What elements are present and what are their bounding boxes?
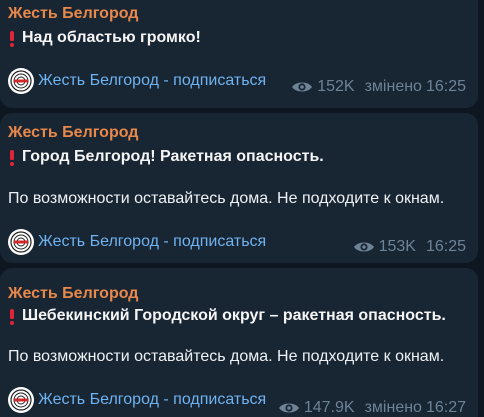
view-count: 152K xyxy=(317,78,355,95)
message-time: 16:27 xyxy=(425,399,466,416)
message-author[interactable]: Жесть Белгород xyxy=(8,124,138,142)
subscribe-link-text[interactable]: Жесть Белгород - подписаться xyxy=(38,72,266,90)
edited-label: змінено xyxy=(364,399,422,416)
headline-text: Город Белгород! Ракетная опасность. xyxy=(22,148,324,165)
message-headline: Город Белгород! Ракетная опасность. xyxy=(10,148,324,166)
message-author[interactable]: Жесть Белгород xyxy=(8,285,138,303)
message-body: По возможности оставайтесь дома. Не подх… xyxy=(8,190,445,207)
channel-logo-icon xyxy=(8,229,34,255)
message-bubble[interactable]: Жесть Белгород Над областью громко! Жест… xyxy=(0,0,478,108)
subscribe-link[interactable]: Жесть Белгород - подписаться xyxy=(8,68,266,94)
subscribe-link-text[interactable]: Жесть Белгород - подписаться xyxy=(38,233,266,251)
message-bubble[interactable]: Жесть Белгород Город Белгород! Ракетная … xyxy=(0,113,478,263)
message-headline: Шебекинский Городской округ – ракетная о… xyxy=(10,307,446,325)
message-headline: Над областью громко! xyxy=(10,29,201,47)
message-meta: 152K змінено 16:25 xyxy=(291,78,466,96)
channel-logo-icon xyxy=(8,68,34,94)
subscribe-link-text[interactable]: Жесть Белгород - подписаться xyxy=(38,391,266,409)
edited-label: змінено xyxy=(364,78,422,95)
channel-logo-icon xyxy=(8,387,34,413)
message-body: По возможности оставайтесь дома. Не подх… xyxy=(8,348,445,365)
message-time: 16:25 xyxy=(425,238,466,255)
exclamation-icon xyxy=(10,308,14,325)
subscribe-link[interactable]: Жесть Белгород - подписаться xyxy=(8,229,266,255)
view-count: 153K xyxy=(378,238,416,255)
exclamation-icon xyxy=(10,30,14,47)
headline-text: Шебекинский Городской округ – ракетная о… xyxy=(22,307,446,324)
message-meta: 147.9K змінено 16:27 xyxy=(278,399,466,417)
message-time: 16:25 xyxy=(425,78,466,95)
message-author[interactable]: Жесть Белгород xyxy=(8,5,138,23)
eye-icon xyxy=(278,403,299,413)
message-bubble[interactable]: Жесть Белгород Шебекинский Городской окр… xyxy=(0,268,478,417)
eye-icon xyxy=(292,82,313,92)
exclamation-icon xyxy=(10,149,14,166)
message-meta: 153K 16:25 xyxy=(353,238,466,256)
subscribe-link[interactable]: Жесть Белгород - подписаться xyxy=(8,387,266,413)
message-feed: Жесть Белгород Над областью громко! Жест… xyxy=(0,0,484,417)
view-count: 147.9K xyxy=(303,399,355,416)
headline-text: Над областью громко! xyxy=(22,29,201,46)
eye-icon xyxy=(353,242,374,252)
